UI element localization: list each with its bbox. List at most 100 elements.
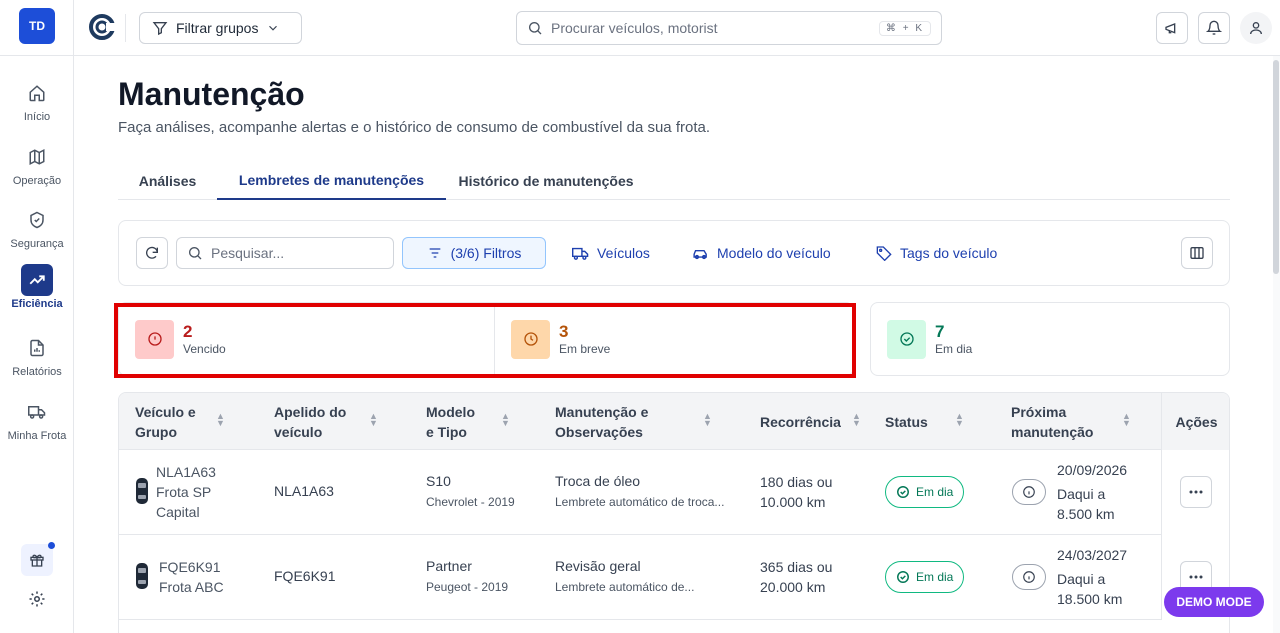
tab-historico[interactable]: Histórico de manutenções — [446, 162, 646, 200]
notification-dot — [48, 542, 55, 549]
car-top-icon — [136, 563, 148, 589]
table-row[interactable]: FQE6K91 Frota ABC FQE6K91 Partner Peugeo… — [119, 535, 1229, 620]
table-row[interactable]: NLA1A63 Frota SP Capital NLA1A63 S10 Che… — [119, 450, 1229, 535]
more-dots-icon — [1189, 490, 1203, 494]
sort-icon[interactable]: ▲ ▼ — [852, 412, 861, 428]
gift-button[interactable] — [21, 542, 55, 576]
user-menu-button[interactable] — [1240, 12, 1272, 44]
maintenance-notes: Lembrete automático de troca... — [555, 495, 725, 509]
stat-ok-label: Em dia — [935, 342, 973, 356]
model-label: Modelo do veículo — [717, 245, 831, 261]
car-top-icon — [136, 478, 148, 504]
announcements-button[interactable] — [1156, 12, 1188, 44]
tabs: Análises Lembretes de manutenções Histór… — [118, 162, 1230, 200]
vehicle-type: Chevrolet - 2019 — [426, 495, 515, 509]
vehicle-type: Peugeot - 2019 — [426, 580, 509, 594]
demo-mode-badge[interactable]: DEMO MODE — [1164, 587, 1264, 617]
main-content: Manutenção Faça análises, acompanhe aler… — [74, 56, 1280, 633]
column-header-recurrence[interactable]: Recorrência — [760, 393, 850, 450]
divider — [125, 14, 126, 42]
info-button[interactable] — [1012, 564, 1046, 590]
sort-icon[interactable]: ▲ ▼ — [1122, 412, 1131, 428]
column-header-status[interactable]: Status — [885, 393, 945, 450]
sort-icon[interactable]: ▲ ▼ — [703, 412, 712, 428]
check-circle-icon — [887, 319, 926, 359]
truck-icon — [21, 396, 53, 428]
column-header-model[interactable]: Modelo e Tipo — [426, 393, 486, 450]
next-in: 18.500 km — [1057, 591, 1123, 607]
stat-ok[interactable]: 7 Em dia — [870, 302, 1230, 376]
truck-icon — [572, 247, 589, 260]
chevron-down-icon — [269, 25, 278, 31]
filter-icon — [152, 22, 168, 36]
sort-icon[interactable]: ▲ ▼ — [369, 412, 378, 428]
sidebar-item-inicio[interactable]: Início — [0, 77, 74, 123]
columns-toggle-button[interactable] — [1181, 237, 1213, 269]
header-text: veículo — [274, 423, 323, 440]
column-header-actions: Ações — [1161, 393, 1229, 450]
page-subtitle: Faça análises, acompanhe alertas e o his… — [118, 119, 710, 136]
maintenance-name: Troca de óleo — [555, 473, 641, 489]
column-header-vehicle[interactable]: Veículo e Grupo — [135, 393, 215, 450]
header-text: manutenção — [1011, 423, 1094, 440]
sidebar-item-minha-frota[interactable]: Minha Frota — [0, 396, 74, 442]
sort-icon[interactable]: ▲ ▼ — [501, 412, 510, 428]
vehicle-nickname: FQE6K91 — [274, 568, 336, 584]
brand-logo[interactable] — [88, 13, 116, 41]
tab-analises[interactable]: Análises — [118, 162, 217, 200]
refresh-button[interactable] — [136, 237, 168, 269]
vehicle-plate[interactable]: FQE6K91 — [159, 557, 220, 577]
account-avatar[interactable]: TD — [19, 8, 55, 44]
more-actions-button[interactable] — [1180, 476, 1212, 508]
megaphone-icon — [1165, 23, 1176, 34]
status-text: Em dia — [916, 485, 954, 499]
trending-up-icon — [21, 264, 53, 296]
header-text: Apelido do — [274, 403, 347, 420]
status-badge: Em dia — [885, 561, 965, 593]
tab-lembretes[interactable]: Lembretes de manutenções — [217, 162, 446, 200]
header-text: Manutenção e — [555, 403, 649, 420]
sidebar-item-label: Segurança — [10, 238, 64, 250]
sidebar-item-operacao[interactable]: Operação — [0, 141, 74, 187]
vehicle-nickname: NLA1A63 — [274, 483, 334, 499]
notifications-button[interactable] — [1198, 12, 1230, 44]
search-input[interactable]: Pesquisar... — [176, 237, 394, 269]
sidebar-item-seguranca[interactable]: Segurança — [0, 204, 74, 250]
keyboard-shortcut: ⌘ + K — [878, 20, 931, 36]
vehicles-label: Veículos — [597, 245, 650, 261]
maintenance-name: Revisão geral — [555, 558, 641, 574]
info-button[interactable] — [1012, 479, 1046, 505]
sidebar-item-relatorios[interactable]: Relatórios — [0, 332, 74, 378]
column-header-nickname[interactable]: Apelido do veículo — [274, 393, 364, 450]
column-header-maintenance[interactable]: Manutenção e Observações — [555, 393, 665, 450]
header-text: Observações — [555, 423, 643, 440]
sidebar-item-label: Operação — [12, 175, 62, 187]
vehicle-model-filter-button[interactable]: Modelo do veículo — [692, 237, 831, 269]
scrollbar-thumb[interactable] — [1273, 60, 1279, 274]
sort-icon[interactable]: ▲ ▼ — [216, 412, 225, 428]
status-badge: Em dia — [885, 476, 965, 508]
group-filter-dropdown[interactable]: Filtrar grupos — [139, 12, 302, 44]
gift-icon — [30, 554, 44, 567]
car-icon — [693, 249, 707, 259]
vehicles-filter-button[interactable]: Veículos — [572, 237, 650, 269]
sidebar-item-eficiencia[interactable]: Eficiência — [0, 264, 74, 310]
settings-button[interactable] — [21, 583, 53, 615]
report-icon — [21, 332, 53, 364]
info-icon — [1023, 486, 1035, 498]
check-circle-icon — [897, 486, 909, 498]
header-text: Modelo — [426, 403, 475, 420]
filters-button[interactable]: (3/6) Filtros — [402, 237, 546, 269]
filter-toolbar: Pesquisar... (3/6) Filtros Veículos Mode… — [118, 220, 1230, 286]
sidebar: TD Início Operação Segurança Eficiência … — [0, 0, 74, 633]
sort-icon[interactable]: ▲ ▼ — [955, 412, 964, 428]
vehicle-tags-filter-button[interactable]: Tags do veículo — [876, 237, 997, 269]
tag-icon — [876, 246, 892, 261]
vehicle-plate[interactable]: NLA1A63 — [156, 462, 216, 482]
global-search-input[interactable]: Procurar veículos, motorist ⌘ + K — [516, 11, 942, 45]
sidebar-item-label: Relatórios — [12, 366, 62, 378]
column-header-next[interactable]: Próxima manutenção — [1011, 393, 1111, 450]
check-circle-icon — [897, 571, 909, 583]
user-icon — [1250, 22, 1262, 35]
sidebar-item-label: Início — [23, 111, 51, 123]
